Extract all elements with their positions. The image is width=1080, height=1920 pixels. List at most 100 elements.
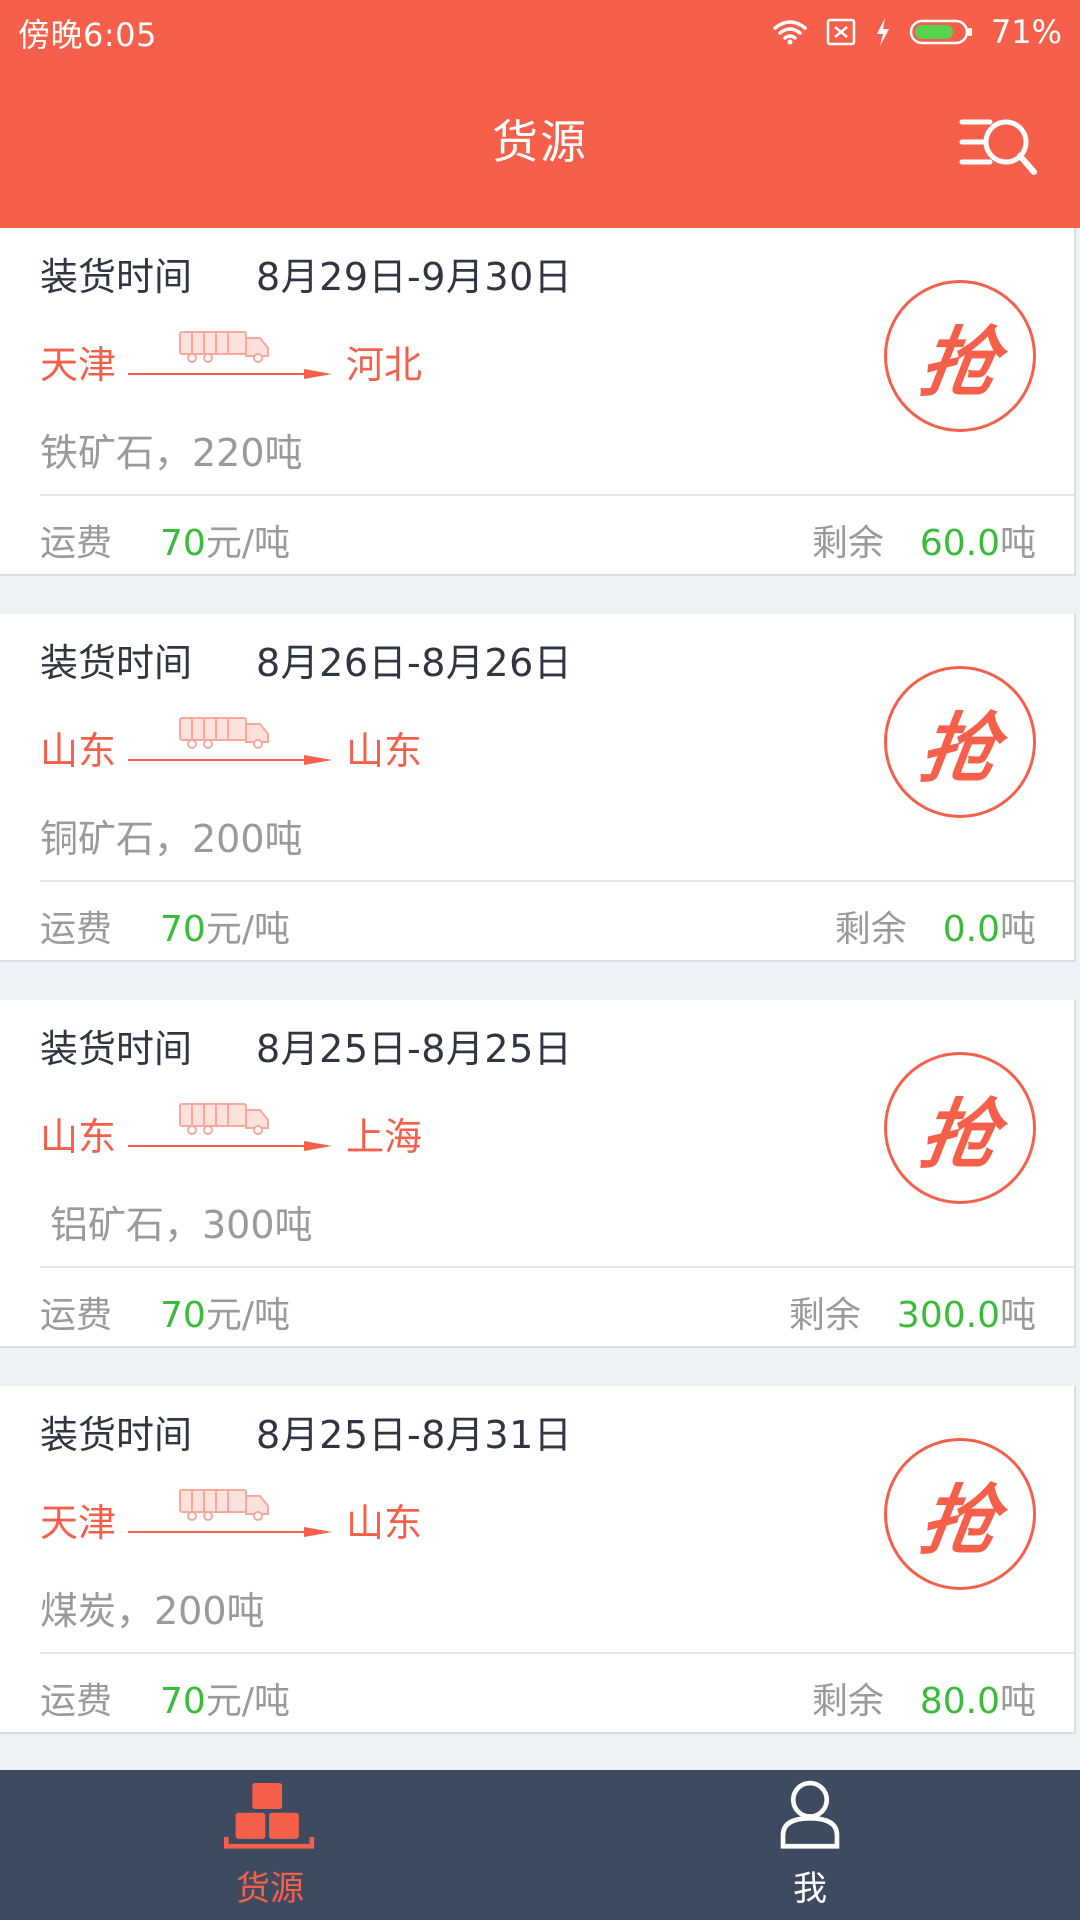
order-card[interactable]: 装货时间 8月29日-9月30日 天津 河北 铁矿石，220吨 抢 运费 70元… <box>0 228 1076 576</box>
wifi-icon <box>773 19 807 45</box>
grab-label: 抢 <box>914 704 1004 793</box>
order-card-main: 装货时间 8月25日-8月25日 山东 上海 铝矿石，300吨 抢 <box>0 1000 1074 1266</box>
load-time-label: 装货时间 <box>40 255 193 299</box>
freight-value: 70元/吨 <box>160 1286 290 1338</box>
destination-location: 山东 <box>346 1501 423 1545</box>
order-card[interactable]: 装货时间 8月25日-8月31日 天津 山东 煤炭，200吨 抢 运费 70元/… <box>0 1386 1076 1734</box>
remaining-value: 60.0吨 <box>920 514 1036 566</box>
load-time-value: 8月25日-8月25日 <box>256 1027 573 1071</box>
origin-location: 山东 <box>40 729 117 773</box>
search-filter-icon <box>959 119 1037 175</box>
battery-icon <box>909 18 973 46</box>
remaining-amount: 80.0 <box>919 1681 1000 1722</box>
page-title: 货源 <box>492 115 588 169</box>
freight-amount: 70 <box>160 523 206 564</box>
cargo-info: 铜矿石，200吨 <box>40 817 303 861</box>
remaining-value: 80.0吨 <box>920 1672 1036 1724</box>
status-icons: 71% <box>773 10 1062 54</box>
route-arrow <box>128 712 334 778</box>
status-time: 傍晚6:05 <box>18 16 157 54</box>
nav-item-cargo[interactable]: 货源 <box>0 1770 540 1920</box>
grab-order-button[interactable]: 抢 <box>884 1052 1036 1204</box>
destination-location: 山东 <box>346 729 423 773</box>
load-time-value: 8月25日-8月31日 <box>256 1413 573 1457</box>
user-icon <box>780 1780 840 1849</box>
freight-value: 70元/吨 <box>160 900 290 952</box>
freight-label: 运费 <box>40 1681 113 1722</box>
bottom-navigation: 货源 我 <box>0 1770 1080 1920</box>
destination-location: 河北 <box>346 343 423 387</box>
truck-icon <box>128 1103 332 1151</box>
remaining-amount: 300.0 <box>896 1295 1000 1336</box>
freight-value: 70元/吨 <box>160 1672 290 1724</box>
truck-icon <box>128 717 332 765</box>
cargo-info: 煤炭，200吨 <box>40 1589 265 1633</box>
grab-label: 抢 <box>914 1090 1004 1179</box>
remaining-label: 剩余 <box>788 1295 861 1336</box>
cargo-info: 铁矿石，220吨 <box>40 431 303 475</box>
nav-label-cargo: 货源 <box>236 1869 304 1909</box>
remaining-unit: 吨 <box>999 1295 1036 1336</box>
remaining-value: 300.0吨 <box>897 1286 1036 1338</box>
freight-label: 运费 <box>40 909 113 950</box>
status-bar: 傍晚6:05 71% <box>0 0 1080 64</box>
grab-label: 抢 <box>914 1476 1004 1565</box>
remaining-unit: 吨 <box>999 1681 1036 1722</box>
freight-unit: 元/吨 <box>205 1295 290 1336</box>
load-time-value: 8月26日-8月26日 <box>256 641 573 685</box>
freight-unit: 元/吨 <box>205 523 290 564</box>
grab-order-button[interactable]: 抢 <box>884 666 1036 818</box>
remaining-value: 0.0吨 <box>943 900 1036 952</box>
load-time-value: 8月29日-9月30日 <box>256 255 573 299</box>
grab-label: 抢 <box>914 318 1004 407</box>
freight-label: 运费 <box>40 523 113 564</box>
freight-amount: 70 <box>160 1295 206 1336</box>
order-card[interactable]: 装货时间 8月26日-8月26日 山东 山东 铜矿石，200吨 抢 运费 70元… <box>0 614 1076 962</box>
load-time-label: 装货时间 <box>40 641 193 685</box>
remaining-amount: 60.0 <box>919 523 1000 564</box>
origin-location: 天津 <box>40 1501 117 1545</box>
freight-amount: 70 <box>160 1681 206 1722</box>
freight-label: 运费 <box>40 1295 113 1336</box>
order-card-footer: 运费 70元/吨 剩余 60.0吨 <box>0 496 1074 572</box>
route-arrow <box>128 1484 334 1550</box>
destination-location: 上海 <box>346 1115 423 1159</box>
cargo-info: 铝矿石，300吨 <box>50 1203 313 1247</box>
freight-unit: 元/吨 <box>205 1681 290 1722</box>
charging-icon <box>875 17 891 47</box>
order-card-footer: 运费 70元/吨 剩余 0.0吨 <box>0 882 1074 958</box>
remaining-label: 剩余 <box>811 523 884 564</box>
boxes-icon <box>223 1783 315 1849</box>
no-sim-icon <box>825 17 857 47</box>
search-filter-button[interactable] <box>956 112 1042 182</box>
remaining-label: 剩余 <box>811 1681 884 1722</box>
remaining-group: 剩余 60.0吨 <box>812 514 1036 566</box>
freight-unit: 元/吨 <box>205 909 290 950</box>
route-arrow <box>128 1098 334 1164</box>
remaining-group: 剩余 80.0吨 <box>812 1672 1036 1724</box>
truck-icon <box>128 1489 332 1537</box>
origin-location: 山东 <box>40 1115 117 1159</box>
grab-order-button[interactable]: 抢 <box>884 280 1036 432</box>
origin-location: 天津 <box>40 343 117 387</box>
order-card-main: 装货时间 8月26日-8月26日 山东 山东 铜矿石，200吨 抢 <box>0 614 1074 880</box>
nav-label-me: 我 <box>793 1869 827 1909</box>
remaining-label: 剩余 <box>834 909 907 950</box>
order-card-main: 装货时间 8月29日-9月30日 天津 河北 铁矿石，220吨 抢 <box>0 228 1074 494</box>
order-card[interactable]: 装货时间 8月25日-8月25日 山东 上海 铝矿石，300吨 抢 运费 70元… <box>0 1000 1076 1348</box>
freight-amount: 70 <box>160 909 206 950</box>
order-card-footer: 运费 70元/吨 剩余 300.0吨 <box>0 1268 1074 1344</box>
freight-value: 70元/吨 <box>160 514 290 566</box>
truck-icon <box>128 331 332 379</box>
remaining-unit: 吨 <box>999 909 1036 950</box>
app-header: 傍晚6:05 71% 货源 <box>0 0 1080 228</box>
order-card-main: 装货时间 8月25日-8月31日 天津 山东 煤炭，200吨 抢 <box>0 1386 1074 1652</box>
route-arrow <box>128 326 334 392</box>
grab-order-button[interactable]: 抢 <box>884 1438 1036 1590</box>
remaining-group: 剩余 300.0吨 <box>789 1286 1036 1338</box>
battery-percent: 71% <box>990 13 1062 51</box>
remaining-unit: 吨 <box>999 523 1036 564</box>
remaining-amount: 0.0 <box>942 909 1000 950</box>
order-card-footer: 运费 70元/吨 剩余 80.0吨 <box>0 1654 1074 1730</box>
nav-item-me[interactable]: 我 <box>540 1770 1080 1920</box>
